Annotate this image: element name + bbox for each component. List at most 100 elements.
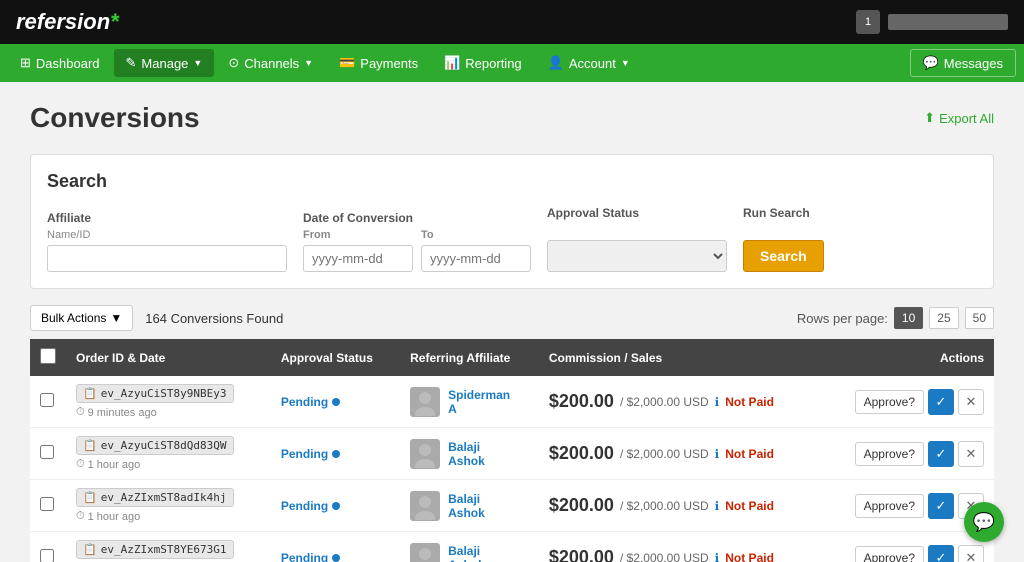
approval-cell-1: Pending <box>271 428 400 480</box>
decline-button-3[interactable]: ✕ <box>958 545 984 562</box>
approval-header: Approval Status <box>271 339 400 376</box>
person-icon <box>411 388 439 416</box>
page-25[interactable]: 25 <box>929 307 958 329</box>
affiliate-avatar <box>410 543 440 562</box>
approve-check-button-1[interactable]: ✓ <box>928 441 954 467</box>
person-icon <box>411 440 439 468</box>
nav-reporting[interactable]: 📊 Reporting <box>432 49 534 77</box>
chat-icon: 💬 <box>973 512 995 533</box>
affiliate-sublabel: Name/ID <box>47 229 287 241</box>
commission-cell-3: $200.00 / $2,000.00 USD ℹ Not Paid <box>539 532 822 562</box>
date-conversion-label: Date of Conversion <box>303 211 531 225</box>
page-50[interactable]: 50 <box>965 307 994 329</box>
approve-button-0[interactable]: Approve? <box>855 390 924 414</box>
user-avatar[interactable]: 1 <box>856 10 880 34</box>
approve-check-button-2[interactable]: ✓ <box>928 493 954 519</box>
pending-badge: Pending <box>281 499 390 513</box>
decline-button-1[interactable]: ✕ <box>958 441 984 467</box>
from-label: From <box>303 229 413 241</box>
row-checkbox-cell <box>30 532 66 562</box>
channels-icon: ⊙ <box>228 55 239 71</box>
row-checkbox-0[interactable] <box>40 393 54 407</box>
channels-caret: ▼ <box>304 58 313 68</box>
row-checkbox-2[interactable] <box>40 497 54 511</box>
order-id-badge[interactable]: 📋 ev_AzZIxmST8adIk4hj <box>76 488 234 507</box>
affiliate-name-link[interactable]: BalajiAshok <box>448 440 485 468</box>
decline-button-0[interactable]: ✕ <box>958 389 984 415</box>
table-row: 📋 ev_AzyuCiST8y9NBEy3 ⏱ 9 minutes ago Pe… <box>30 376 994 428</box>
actions-cell-1: Approve? ✓ ✕ <box>822 428 994 480</box>
table-row: 📋 ev_AzyuCiST8dQd83QW ⏱ 1 hour ago Pendi… <box>30 428 994 480</box>
info-icon[interactable]: ℹ <box>715 395 720 409</box>
select-all-header <box>30 339 66 376</box>
bulk-caret-icon: ▼ <box>110 311 122 325</box>
info-icon[interactable]: ℹ <box>715 499 720 513</box>
approval-cell-3: Pending <box>271 532 400 562</box>
main-content: Conversions ⬆ Export All Search Affiliat… <box>0 82 1024 562</box>
nav-manage[interactable]: ✎ Manage ▼ <box>114 49 215 77</box>
affiliate-cell-3: BalajiAshok <box>400 532 539 562</box>
from-input[interactable] <box>303 245 413 272</box>
search-button[interactable]: Search <box>743 240 824 272</box>
approve-button-1[interactable]: Approve? <box>855 442 924 466</box>
clock-icon: ⏱ <box>76 510 85 523</box>
order-time: ⏱ 1 hour ago <box>76 510 140 523</box>
commission-detail: / $2,000.00 USD <box>620 499 709 513</box>
chat-bubble[interactable]: 💬 <box>964 502 1004 542</box>
approval-label: Approval Status <box>547 206 727 220</box>
export-all-link[interactable]: ⬆ Export All <box>924 110 994 126</box>
search-row: Affiliate Name/ID Date of Conversion Fro… <box>47 206 977 272</box>
row-checkbox-cell <box>30 480 66 532</box>
user-bar <box>888 14 1008 30</box>
conversions-table: Order ID & Date Approval Status Referrin… <box>30 339 994 562</box>
approve-check-button-0[interactable]: ✓ <box>928 389 954 415</box>
search-section-title: Search <box>47 171 977 192</box>
actions-header: Actions <box>822 339 994 376</box>
select-all-checkbox[interactable] <box>40 348 56 364</box>
commission-header: Commission / Sales <box>539 339 822 376</box>
page-title: Conversions <box>30 102 200 134</box>
from-field: From <box>303 229 413 272</box>
info-icon[interactable]: ℹ <box>715 447 720 461</box>
pending-badge: Pending <box>281 395 390 409</box>
approve-check-button-3[interactable]: ✓ <box>928 545 954 562</box>
conversions-found: 164 Conversions Found <box>145 311 283 326</box>
affiliate-name-link[interactable]: BalajiAshok <box>448 544 485 562</box>
affiliate-avatar <box>410 491 440 521</box>
green-nav: ⊞ Dashboard ✎ Manage ▼ ⊙ Channels ▼ 💳 Pa… <box>0 44 1024 82</box>
pending-badge: Pending <box>281 447 390 461</box>
nav-payments[interactable]: 💳 Payments <box>327 49 430 77</box>
affiliate-name-link[interactable]: BalajiAshok <box>448 492 485 520</box>
approve-button-3[interactable]: Approve? <box>855 546 924 562</box>
info-icon[interactable]: ℹ <box>715 551 720 562</box>
order-id-cell-3: 📋 ev_AzZIxmST8YE673G1 ⏱ 1 hour ago <box>66 532 271 562</box>
affiliate-cell-0: SpidermanA <box>400 376 539 428</box>
row-checkbox-3[interactable] <box>40 549 54 562</box>
order-id-badge[interactable]: 📋 ev_AzyuCiST8y9NBEy3 <box>76 384 234 403</box>
pending-dot <box>332 450 340 458</box>
nav-account[interactable]: 👤 Account ▼ <box>536 49 642 77</box>
order-id-badge[interactable]: 📋 ev_AzZIxmST8YE673G1 <box>76 540 234 559</box>
page-10[interactable]: 10 <box>894 307 923 329</box>
row-checkbox-1[interactable] <box>40 445 54 459</box>
messages-button[interactable]: 💬 Messages <box>910 49 1016 77</box>
to-input[interactable] <box>421 245 531 272</box>
affiliate-input[interactable] <box>47 245 287 272</box>
commission-cell-2: $200.00 / $2,000.00 USD ℹ Not Paid <box>539 480 822 532</box>
bulk-actions-button[interactable]: Bulk Actions ▼ <box>30 305 133 331</box>
approve-button-2[interactable]: Approve? <box>855 494 924 518</box>
commission-amount: $200.00 <box>549 443 614 464</box>
bulk-left: Bulk Actions ▼ 164 Conversions Found <box>30 305 283 331</box>
affiliate-name-link[interactable]: SpidermanA <box>448 388 510 416</box>
account-caret: ▼ <box>621 58 630 68</box>
nav-channels[interactable]: ⊙ Channels ▼ <box>216 49 325 77</box>
commission-cell-0: $200.00 / $2,000.00 USD ℹ Not Paid <box>539 376 822 428</box>
search-section: Search Affiliate Name/ID Date of Convers… <box>30 154 994 289</box>
approval-status-field: Approval Status Pending Approved Decline… <box>547 206 727 272</box>
approval-select[interactable]: Pending Approved Declined <box>547 240 727 272</box>
pending-dot <box>332 398 340 406</box>
edit-icon: ✎ <box>126 55 137 71</box>
order-id-badge[interactable]: 📋 ev_AzyuCiST8dQd83QW <box>76 436 234 455</box>
commission-amount: $200.00 <box>549 391 614 412</box>
nav-dashboard[interactable]: ⊞ Dashboard <box>8 49 112 77</box>
